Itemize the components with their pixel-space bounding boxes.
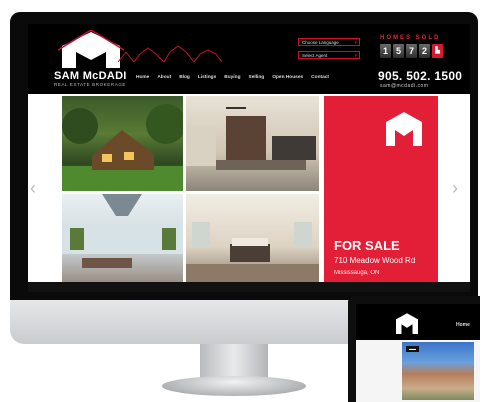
screen-footer-bar [28, 282, 470, 292]
tablet-screen: Home ▬▬ [356, 304, 480, 402]
agent-select-label: Select Agent [302, 53, 328, 58]
counter-digit: 5 [393, 44, 404, 58]
brand-name: SAM McDADI [54, 70, 127, 82]
counter-digit: 1 [380, 44, 391, 58]
chevron-down-icon: ▾ [354, 53, 357, 59]
main-nav: Home About Blog Listings Buying Selling … [136, 75, 329, 80]
site-header: SAM McDADI REAL ESTATE BROKERAGE Home Ab… [28, 24, 470, 94]
nav-item-selling[interactable]: Selling [249, 75, 265, 80]
email-address[interactable]: sam@mcdadi.com [380, 83, 428, 89]
nav-item-about[interactable]: About [157, 75, 171, 80]
tablet-listing-photo[interactable]: ▬▬ [402, 342, 474, 400]
chevron-right-icon[interactable]: › [452, 178, 458, 199]
rooftop-outline-icon [118, 45, 223, 62]
nav-item-home[interactable]: Home [136, 75, 149, 80]
bedroom-icon [186, 222, 319, 282]
brand-subtitle: REAL ESTATE BROKERAGE [54, 82, 127, 87]
kitchen-icon [186, 107, 316, 170]
monitor-stand-neck [200, 344, 268, 378]
listing-photo-exterior[interactable] [62, 96, 183, 191]
phone-number[interactable]: 905. 502. 1500 [378, 69, 462, 83]
monitor-screen: SAM McDADI REAL ESTATE BROKERAGE Home Ab… [28, 24, 470, 292]
language-select-label: Choose Language [302, 40, 339, 45]
nav-item-contact[interactable]: Contact [311, 75, 329, 80]
brand-logo-icon[interactable] [394, 312, 420, 334]
tablet-badge: ▬▬ [406, 346, 419, 352]
chevron-left-icon[interactable]: ‹ [30, 178, 36, 199]
tablet-device: Home ▬▬ [348, 296, 480, 402]
brand-logo-icon[interactable] [58, 30, 124, 68]
listing-address: 710 Meadow Wood Rd [334, 256, 416, 265]
monitor-stand-base [162, 376, 306, 396]
nav-item-blog[interactable]: Blog [179, 75, 190, 80]
sunroom-icon [62, 194, 183, 268]
tablet-hero: ▬▬ [356, 340, 480, 402]
counter-digit: 7 [406, 44, 417, 58]
counter-logo-icon: ▙ [432, 44, 443, 58]
brand-logo-icon [386, 112, 422, 146]
listing-photo-kitchen[interactable] [186, 96, 319, 191]
listing-photo-sunroom[interactable] [62, 194, 183, 282]
homes-sold-title: HOMES SOLD [380, 35, 441, 41]
listing-city: Mississauga, ON [334, 270, 380, 276]
listing-photo-bedroom[interactable] [186, 194, 319, 282]
tablet-nav-item-home[interactable]: Home [456, 322, 470, 328]
nav-item-buying[interactable]: Buying [224, 75, 240, 80]
counter-digit: 2 [419, 44, 430, 58]
house-exterior-icon [62, 104, 183, 191]
nav-item-listings[interactable]: Listings [198, 75, 216, 80]
for-sale-panel[interactable]: FOR SALE 710 Meadow Wood Rd Mississauga,… [324, 96, 438, 282]
agent-select[interactable]: Select Agent ▾ [298, 51, 360, 59]
chevron-down-icon: ▾ [354, 40, 357, 46]
nav-item-open-houses[interactable]: Open Houses [272, 75, 303, 80]
for-sale-heading: FOR SALE [334, 238, 400, 253]
language-select[interactable]: Choose Language ▾ [298, 38, 360, 46]
hero-section: FOR SALE 710 Meadow Wood Rd Mississauga,… [28, 94, 470, 292]
homes-sold-counter: 1 5 7 2 ▙ [380, 44, 443, 58]
